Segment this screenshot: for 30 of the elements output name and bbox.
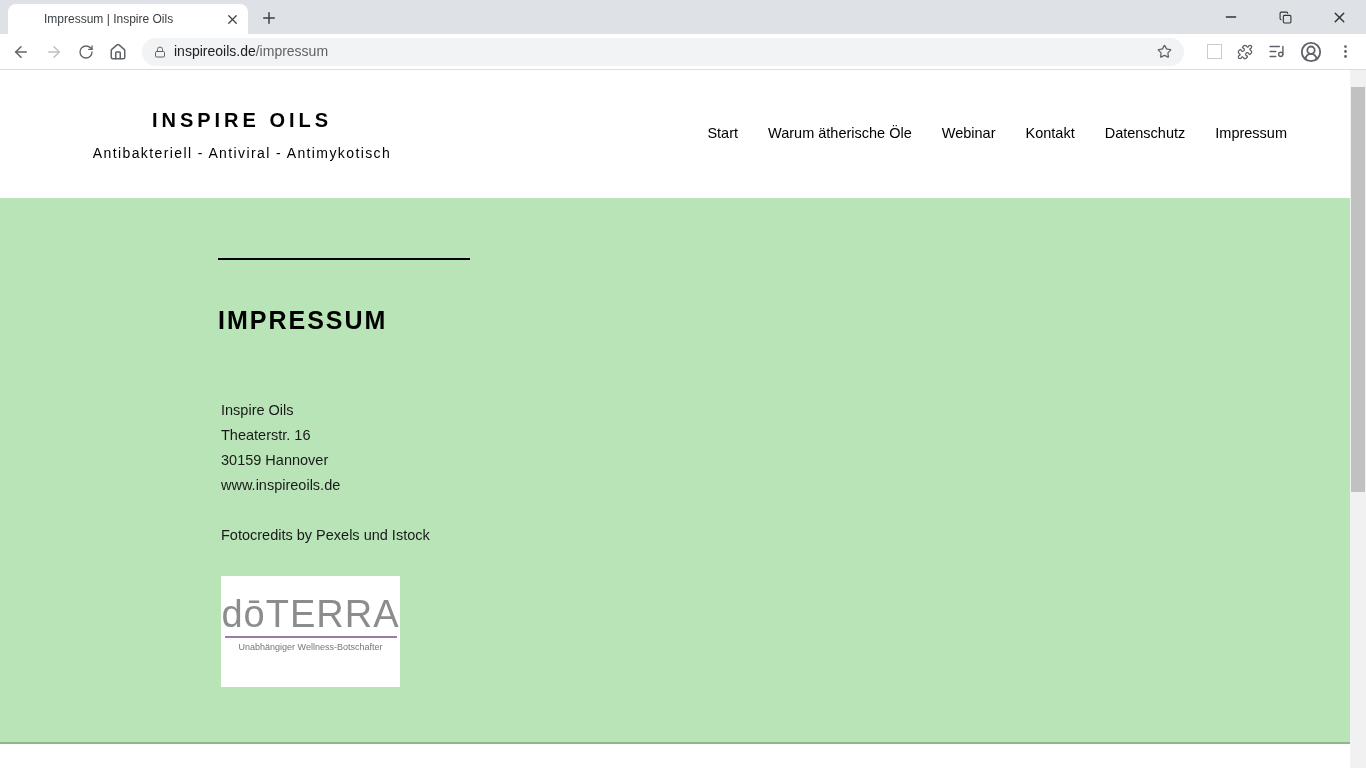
- address-line: 30159 Hannover: [221, 450, 330, 470]
- url-text: inspireoils.de/impressum: [174, 42, 330, 61]
- address-line: Theaterstr. 16: [221, 425, 312, 445]
- logo-caption: Unabhängiger Wellness-Botschafter: [238, 640, 383, 654]
- puzzle-icon[interactable]: [1237, 43, 1253, 60]
- site-title: INSPIRE OILS: [151, 107, 333, 133]
- scrollbar[interactable]: [1350, 70, 1366, 768]
- restore-icon[interactable]: [1279, 10, 1292, 24]
- address-line: www.inspireoils.de: [221, 475, 342, 495]
- lock-icon: [154, 45, 166, 58]
- logo-wordmark: dōTERRA: [221, 593, 400, 634]
- nav-link[interactable]: Warum ätherische Öle: [768, 123, 912, 145]
- reload-icon[interactable]: [78, 43, 94, 60]
- photo-credits: Fotocredits by Pexels und Istock: [221, 525, 431, 545]
- nav-link[interactable]: Start: [707, 123, 739, 145]
- star-icon[interactable]: [1157, 44, 1172, 59]
- nav-link[interactable]: Datenschutz: [1104, 123, 1186, 145]
- media-icon[interactable]: [1268, 43, 1285, 60]
- page-heading: IMPRESSUM: [218, 305, 389, 336]
- browser-tab[interactable]: Impressum | Inspire Oils: [8, 4, 248, 34]
- nav-link[interactable]: Webinar: [941, 123, 996, 145]
- site-tagline: Antibakteriell - Antiviral - Antimykotisch: [92, 143, 392, 163]
- tab-title: Impressum | Inspire Oils: [44, 11, 175, 28]
- new-tab-icon[interactable]: [260, 9, 278, 27]
- address-bar[interactable]: inspireoils.de/impressum: [142, 37, 1184, 66]
- profile-icon[interactable]: [1300, 40, 1322, 63]
- home-icon[interactable]: [109, 42, 127, 61]
- nav-link[interactable]: Impressum: [1215, 123, 1287, 145]
- nav-link[interactable]: Kontakt: [1025, 123, 1075, 145]
- address-line: Inspire Oils: [221, 400, 295, 420]
